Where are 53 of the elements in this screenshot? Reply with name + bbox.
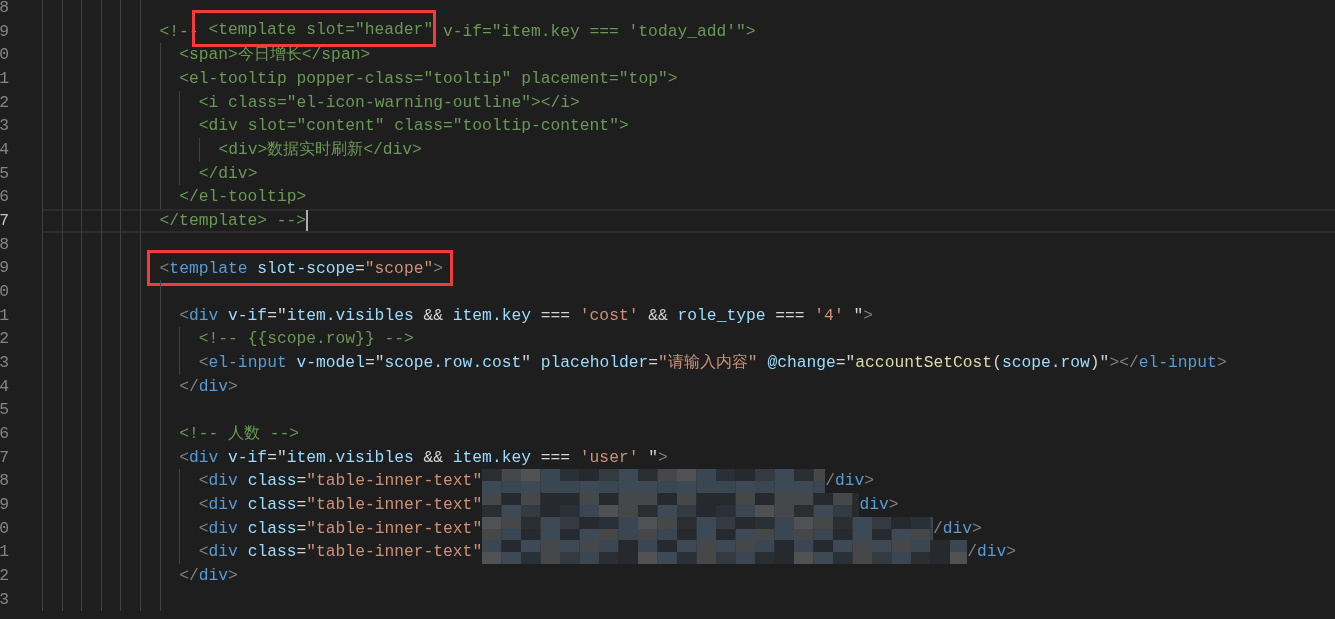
line-number: 2 (0, 565, 9, 588)
code-text: /div> (825, 471, 875, 492)
line-number: 3 (0, 352, 9, 375)
code-line: <!-- {{scope.row}} --> (198, 329, 414, 350)
line-number: 4 (0, 375, 9, 398)
code-line: </el-tooltip> (179, 187, 307, 208)
code-line: <el-tooltip popper-class="tooltip" placement="top"> (179, 68, 678, 89)
line-number: 0 (0, 281, 9, 304)
code-line: <div class="table-inner-text" (198, 494, 483, 515)
code-text: /div> (967, 542, 1017, 563)
code-line: <div class="table-inner-text" (198, 471, 483, 492)
code-line: <!-- 人数 --> (179, 423, 300, 444)
code-line: <el-input v-model="scope.row.cost" placeholder="请输入内容" @change="accountSetCost(scope.row)"></el-input> (198, 352, 1227, 373)
code-line: </div> (179, 376, 238, 397)
code-line: <template slot-scope="scope"> (159, 259, 443, 280)
line-number: 7 (0, 210, 9, 233)
line-number: 9 (0, 257, 9, 280)
code-text: div> (859, 494, 899, 515)
line-number: 8 (0, 0, 9, 19)
text-cursor (306, 210, 309, 232)
line-number: 1 (0, 541, 9, 564)
line-number: 2 (0, 328, 9, 351)
line-number: 7 (0, 446, 9, 469)
code-line: <i class="el-icon-warning-outline"></i> (198, 92, 580, 113)
line-number: 0 (0, 517, 9, 540)
code-line: <span>今日增长</span> (179, 45, 371, 66)
code-line: <div v-if="item.visibles && item.key === 'cost' && role_type === '4' "> (179, 305, 873, 326)
line-number: 0 (0, 44, 9, 67)
line-number: 8 (0, 470, 9, 493)
line-number: 5 (0, 162, 9, 185)
line-number: 9 (0, 20, 9, 43)
code-text: v-if="item.key === 'today_add'"> (441, 21, 756, 42)
line-number: 1 (0, 68, 9, 90)
line-number: 3 (0, 115, 9, 138)
line-number: 9 (0, 494, 9, 517)
code-line: </template> --> (159, 210, 307, 231)
line-number: 5 (0, 399, 9, 422)
code-line: <div class="table-inner-text" (198, 542, 483, 563)
line-number: 3 (0, 588, 9, 611)
line-number: 6 (0, 423, 9, 446)
code-line: </div> (198, 163, 258, 184)
code-line: <div v-if="item.visibles && item.key === 'user' "> (179, 447, 668, 468)
code-text: /div> (932, 518, 982, 539)
line-number: 4 (0, 139, 9, 162)
code-line: <div slot="content" class="tooltip-content"> (198, 116, 629, 137)
line-number: 6 (0, 186, 9, 209)
line-number: 8 (0, 233, 9, 256)
code-text: <template slot="header" (207, 20, 434, 40)
code-line: <div>数据实时刷新</div> (218, 139, 422, 160)
code-line: </div> (179, 565, 238, 586)
line-number: 2 (0, 91, 9, 114)
line-number: 1 (0, 304, 9, 327)
code-line: <div class="table-inner-text" (198, 518, 483, 539)
